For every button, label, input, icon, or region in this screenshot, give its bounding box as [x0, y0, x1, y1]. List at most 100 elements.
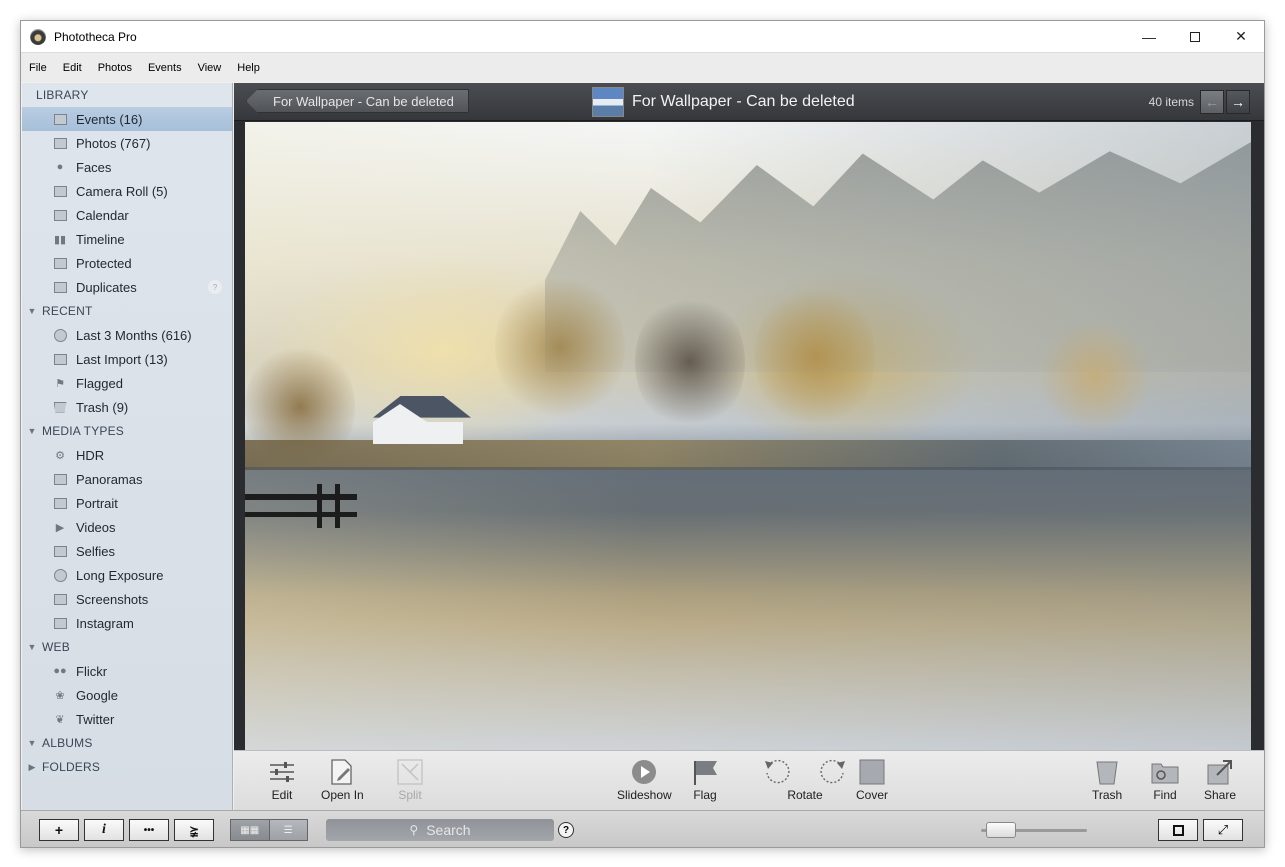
slideshow-button[interactable]: Slideshow [617, 757, 672, 802]
media-types-header[interactable]: ▼ MEDIA TYPES [22, 419, 232, 443]
menu-view[interactable]: View [198, 62, 222, 74]
menu-events[interactable]: Events [148, 62, 182, 74]
list-view-button[interactable]: ☰ [268, 820, 307, 840]
list-icon: ☰ [283, 824, 293, 836]
google-icon: ❀ [55, 689, 65, 702]
sidebar-item-instagram[interactable]: Instagram [22, 611, 232, 635]
rotate-left-icon[interactable] [762, 757, 792, 787]
zoom-slider[interactable] [981, 819, 1091, 841]
zoom-slider-handle[interactable] [986, 822, 1016, 838]
edit-button[interactable]: Edit [267, 757, 297, 802]
fit-view-button[interactable] [1158, 819, 1198, 841]
find-button[interactable]: Find [1150, 757, 1180, 802]
previous-photo-button[interactable]: ← [1200, 90, 1224, 114]
sidebar-item-faces[interactable]: ● Faces [22, 155, 232, 179]
slideshow-label: Slideshow [617, 788, 672, 802]
next-photo-button[interactable]: → [1226, 90, 1250, 114]
albums-header-label: ALBUMS [42, 736, 93, 750]
grid-view-button[interactable]: ▦▦ [231, 820, 269, 840]
photo-tree [1035, 322, 1155, 432]
sidebar-item-long-exposure[interactable]: Long Exposure [22, 563, 232, 587]
event-thumbnail [592, 87, 624, 117]
window-title: Phototheca Pro [54, 29, 137, 44]
sidebar-item-label: Duplicates [76, 279, 137, 295]
key-button[interactable]: ⪶ [174, 819, 214, 841]
back-to-event-button[interactable]: For Wallpaper - Can be deleted [246, 89, 469, 113]
fullscreen-button[interactable]: ⤢ [1203, 819, 1243, 841]
sidebar-item-last-3-months[interactable]: Last 3 Months (616) [22, 323, 232, 347]
close-button[interactable]: ✕ [1218, 21, 1264, 52]
search-input[interactable]: ⚲ Search [326, 819, 554, 841]
calendar-icon [53, 209, 67, 222]
sidebar-item-label: Faces [76, 159, 112, 175]
find-folder-icon [1150, 757, 1180, 787]
sidebar-item-hdr[interactable]: ⚙ HDR [22, 443, 232, 467]
menu-file[interactable]: File [29, 62, 47, 74]
sidebar-item-screenshots[interactable]: Screenshots [22, 587, 232, 611]
sidebar-item-events[interactable]: Events (16) [22, 107, 232, 131]
sidebar-item-calendar[interactable]: Calendar [22, 203, 232, 227]
photo-tree [635, 292, 745, 432]
cover-icon [857, 757, 887, 787]
video-icon: ▶ [55, 521, 65, 534]
info-badge-icon[interactable]: ? [208, 280, 222, 294]
share-button[interactable]: Share [1204, 757, 1236, 802]
edit-label: Edit [271, 788, 293, 802]
add-button[interactable]: + [39, 819, 79, 841]
sidebar-item-trash[interactable]: Trash (9) [22, 395, 232, 419]
rotate-button[interactable]: Rotate [745, 757, 865, 802]
sidebar-item-photos[interactable]: Photos (767) [22, 131, 232, 155]
cover-button[interactable]: Cover [856, 757, 888, 802]
menu-edit[interactable]: Edit [63, 62, 82, 74]
sidebar-item-protected[interactable]: Protected [22, 251, 232, 275]
sidebar-item-label: Videos [76, 519, 116, 535]
rotate-right-icon[interactable] [818, 757, 848, 787]
recent-header-label: RECENT [42, 304, 93, 318]
trash-button[interactable]: Trash [1092, 757, 1122, 802]
info-button[interactable]: i [84, 819, 124, 841]
menu-help[interactable]: Help [237, 62, 260, 74]
square-icon [1172, 824, 1184, 836]
sidebar-item-google[interactable]: ❀ Google [22, 683, 232, 707]
flag-icon: ⚑ [55, 377, 65, 390]
screenshot-icon [53, 593, 67, 606]
folders-header-label: FOLDERS [42, 760, 101, 774]
library-header: LIBRARY [36, 88, 89, 102]
open-in-button[interactable]: Open In [321, 757, 364, 802]
sidebar-item-label: Twitter [76, 711, 115, 727]
more-button[interactable]: ••• [129, 819, 169, 841]
sidebar-item-label: Calendar [76, 207, 129, 223]
menu-photos[interactable]: Photos [98, 62, 132, 74]
split-button[interactable]: Split [395, 757, 425, 802]
sidebar-item-panoramas[interactable]: Panoramas [22, 467, 232, 491]
main-photo[interactable] [245, 122, 1251, 750]
sidebar-item-label: Protected [76, 255, 132, 271]
sidebar-item-twitter[interactable]: ❦ Twitter [22, 707, 232, 731]
folders-header[interactable]: ▶ FOLDERS [22, 755, 232, 779]
rotate-icons [762, 757, 848, 787]
minimize-button[interactable]: — [1126, 21, 1172, 52]
sidebar-item-portrait[interactable]: Portrait [22, 491, 232, 515]
sidebar-item-camera-roll[interactable]: Camera Roll (5) [22, 179, 232, 203]
viewer-header: For Wallpaper - Can be deleted For Wallp… [234, 83, 1264, 121]
sidebar-item-timeline[interactable]: ▮▮ Timeline [22, 227, 232, 251]
rotate-label: Rotate [787, 788, 823, 802]
photos-icon [53, 137, 67, 150]
flag-button[interactable]: Flag [690, 757, 720, 802]
recent-header[interactable]: ▼ RECENT [22, 299, 232, 323]
sidebar-item-flickr[interactable]: ●● Flickr [22, 659, 232, 683]
photo-viewer: For Wallpaper - Can be deleted For Wallp… [234, 83, 1264, 810]
split-icon [395, 757, 425, 787]
duplicates-icon [53, 281, 67, 294]
sidebar-item-last-import[interactable]: Last Import (13) [22, 347, 232, 371]
sidebar-item-selfies[interactable]: Selfies [22, 539, 232, 563]
sidebar-item-duplicates[interactable]: Duplicates ? [22, 275, 232, 299]
maximize-button[interactable] [1172, 21, 1218, 52]
search-help-button[interactable]: ? [558, 822, 574, 838]
web-header[interactable]: ▼ WEB [22, 635, 232, 659]
sidebar-item-label: Last Import (13) [76, 351, 168, 367]
albums-header[interactable]: ▼ ALBUMS [22, 731, 232, 755]
sidebar-item-flagged[interactable]: ⚑ Flagged [22, 371, 232, 395]
window-controls: — ✕ [1126, 21, 1264, 52]
sidebar-item-videos[interactable]: ▶ Videos [22, 515, 232, 539]
